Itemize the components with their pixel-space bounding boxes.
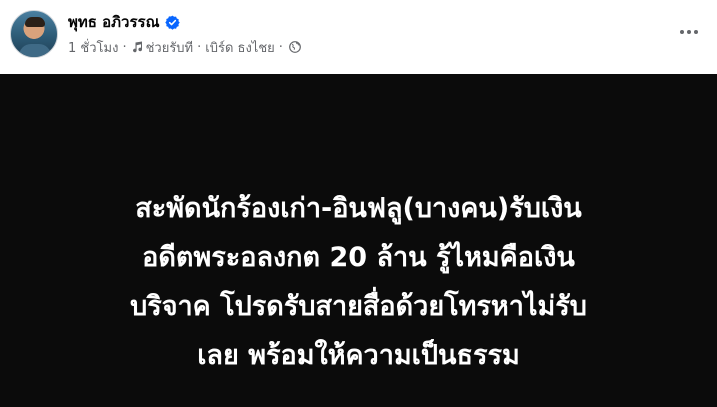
more-horizontal-icon[interactable] [674,20,704,44]
image-text-line: เลย พร้อมให้ความเป็นธรรม [197,340,520,371]
image-text-line: บริจาค โปรดรับสายสื่อด้วยโทรหาไม่รับ [130,291,587,322]
more-dot [687,30,691,34]
post-header: พุทธ อภิวรรณ 1 ชั่วโมง · ช่วยรับที · เบิ… [0,0,717,74]
author-name[interactable]: พุทธ อภิวรรณ [68,12,160,32]
avatar-shirt [19,44,51,57]
meta-separator: · [197,39,202,55]
image-text-line: สะพัดนักร้องเก่า-อินฟลู(บางคน)รับเงิน [135,193,582,224]
more-dot [694,30,698,34]
more-dot [680,30,684,34]
music-note-icon [131,41,143,53]
image-text-line: อดีตพระอลงกต 20 ล้าน รู้ไหมคือเงิน [142,242,575,273]
author-name-row: พุทธ อภิวรรณ [68,12,180,32]
author-avatar[interactable] [10,10,58,58]
post-image-text: สะพัดนักร้องเก่า-อินฟลู(บางคน)รับเงิน อด… [28,184,689,380]
music-title[interactable]: ช่วยรับที [146,37,194,58]
globe-icon[interactable] [289,41,301,53]
music-artist[interactable]: เบิร์ด ธงไชย [205,37,275,58]
post-image[interactable]: สะพัดนักร้องเก่า-อินฟลู(บางคน)รับเงิน อด… [0,74,717,407]
meta-separator: · [122,39,127,55]
avatar-hair [25,17,45,27]
meta-separator: · [278,39,283,55]
post-time[interactable]: 1 ชั่วโมง [68,37,118,58]
post-meta: 1 ชั่วโมง · ช่วยรับที · เบิร์ด ธงไชย · [68,38,301,56]
verified-badge-icon [164,15,180,30]
